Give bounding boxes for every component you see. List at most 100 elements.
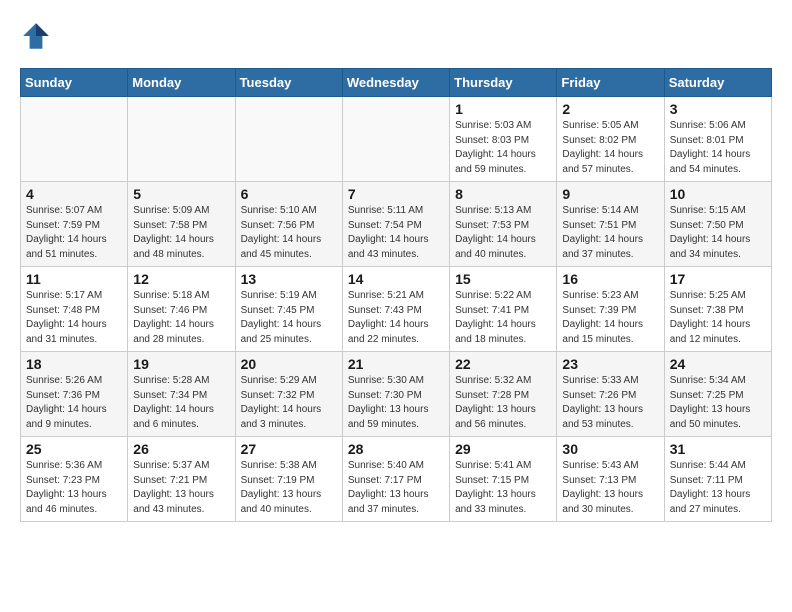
day-cell: 16 Sunrise: 5:23 AMSunset: 7:39 PMDayligh… [557,267,664,352]
day-number: 15 [455,271,551,287]
day-detail: Sunrise: 5:26 AMSunset: 7:36 PMDaylight:… [26,374,122,432]
day-number: 25 [26,441,122,457]
day-detail: Sunrise: 5:21 AMSunset: 7:43 PMDaylight:… [348,289,444,347]
day-number: 3 [670,101,766,117]
day-number: 29 [455,441,551,457]
day-detail: Sunrise: 5:10 AMSunset: 7:56 PMDaylight:… [241,204,337,262]
day-cell: 2Sunrise: 5:05 AMSunset: 8:02 PMDaylight… [557,97,664,182]
day-detail: Sunrise: 5:15 AMSunset: 7:50 PMDaylight:… [670,204,766,262]
day-cell: 17Sunrise: 5:25 AMSunset: 7:38 PMDayligh… [664,267,771,352]
day-detail: Sunrise: 5:22 AMSunset: 7:41 PMDaylight:… [455,289,551,347]
day-detail: Sunrise: 5:41 AMSunset: 7:15 PMDaylight:… [455,459,551,517]
day-number: 9 [562,186,658,202]
day-cell: 19 Sunrise: 5:28 AMSunset: 7:34 PMDayligh… [128,352,235,437]
day-cell: 24 Sunrise: 5:34 AMSunset: 7:25 PMDayligh… [664,352,771,437]
day-number: 13 [241,271,337,287]
day-detail: Sunrise: 5:25 AMSunset: 7:38 PMDaylight:… [670,289,766,347]
calendar: SundayMondayTuesdayWednesdayThursdayFrid… [20,68,772,522]
day-cell: 25 Sunrise: 5:36 AMSunset: 7:23 PMDayligh… [21,437,128,522]
day-detail: Sunrise: 5:29 AMSunset: 7:32 PMDaylight:… [241,374,337,432]
day-cell: 8 Sunrise: 5:13 AMSunset: 7:53 PMDaylight… [450,182,557,267]
day-cell: 18 Sunrise: 5:26 AMSunset: 7:36 PMDayligh… [21,352,128,437]
calendar-header-row: SundayMondayTuesdayWednesdayThursdayFrid… [21,69,772,97]
day-number: 20 [241,356,337,372]
day-detail: Sunrise: 5:38 AMSunset: 7:19 PMDaylight:… [241,459,337,517]
day-number: 6 [241,186,337,202]
logo [20,20,56,52]
day-detail: Sunrise: 5:13 AMSunset: 7:53 PMDaylight:… [455,204,551,262]
day-cell: 13 Sunrise: 5:19 AMSunset: 7:45 PMDayligh… [235,267,342,352]
day-cell: 10Sunrise: 5:15 AMSunset: 7:50 PMDayligh… [664,182,771,267]
day-cell: 28 Sunrise: 5:40 AMSunset: 7:17 PMDayligh… [342,437,449,522]
day-number: 28 [348,441,444,457]
day-number: 18 [26,356,122,372]
page-header [20,20,772,52]
day-cell: 11 Sunrise: 5:17 AMSunset: 7:48 PMDayligh… [21,267,128,352]
day-cell: 15 Sunrise: 5:22 AMSunset: 7:41 PMDayligh… [450,267,557,352]
day-cell: 23 Sunrise: 5:33 AMSunset: 7:26 PMDayligh… [557,352,664,437]
day-number: 7 [348,186,444,202]
day-detail: Sunrise: 5:34 AMSunset: 7:25 PMDaylight:… [670,374,766,432]
day-cell: 29 Sunrise: 5:41 AMSunset: 7:15 PMDayligh… [450,437,557,522]
day-detail: Sunrise: 5:33 AMSunset: 7:26 PMDaylight:… [562,374,658,432]
day-detail: Sunrise: 5:11 AMSunset: 7:54 PMDaylight:… [348,204,444,262]
day-number: 16 [562,271,658,287]
day-cell: 6 Sunrise: 5:10 AMSunset: 7:56 PMDaylight… [235,182,342,267]
day-cell: 4 Sunrise: 5:07 AMSunset: 7:59 PMDaylight… [21,182,128,267]
day-detail: Sunrise: 5:19 AMSunset: 7:45 PMDaylight:… [241,289,337,347]
day-detail: Sunrise: 5:30 AMSunset: 7:30 PMDaylight:… [348,374,444,432]
day-cell: 22 Sunrise: 5:32 AMSunset: 7:28 PMDayligh… [450,352,557,437]
day-cell: 12 Sunrise: 5:18 AMSunset: 7:46 PMDayligh… [128,267,235,352]
week-row-1: 1 Sunrise: 5:03 AMSunset: 8:03 PMDaylight… [21,97,772,182]
weekday-header-thursday: Thursday [450,69,557,97]
day-detail: Sunrise: 5:18 AMSunset: 7:46 PMDaylight:… [133,289,229,347]
day-number: 21 [348,356,444,372]
day-cell: 7 Sunrise: 5:11 AMSunset: 7:54 PMDaylight… [342,182,449,267]
day-cell: 21 Sunrise: 5:30 AMSunset: 7:30 PMDayligh… [342,352,449,437]
day-cell: 20 Sunrise: 5:29 AMSunset: 7:32 PMDayligh… [235,352,342,437]
day-cell: 5 Sunrise: 5:09 AMSunset: 7:58 PMDaylight… [128,182,235,267]
day-detail: Sunrise: 5:23 AMSunset: 7:39 PMDaylight:… [562,289,658,347]
day-detail: Sunrise: 5:37 AMSunset: 7:21 PMDaylight:… [133,459,229,517]
day-number: 24 [670,356,766,372]
day-number: 23 [562,356,658,372]
day-detail: Sunrise: 5:44 AMSunset: 7:11 PMDaylight:… [670,459,766,517]
week-row-5: 25 Sunrise: 5:36 AMSunset: 7:23 PMDayligh… [21,437,772,522]
day-detail: Sunrise: 5:40 AMSunset: 7:17 PMDaylight:… [348,459,444,517]
day-number: 8 [455,186,551,202]
day-detail: Sunrise: 5:03 AMSunset: 8:03 PMDaylight:… [455,119,551,177]
day-cell [342,97,449,182]
day-detail: Sunrise: 5:09 AMSunset: 7:58 PMDaylight:… [133,204,229,262]
day-cell: 30Sunrise: 5:43 AMSunset: 7:13 PMDayligh… [557,437,664,522]
day-number: 31 [670,441,766,457]
day-cell [128,97,235,182]
day-cell: 27 Sunrise: 5:38 AMSunset: 7:19 PMDayligh… [235,437,342,522]
day-number: 4 [26,186,122,202]
day-detail: Sunrise: 5:36 AMSunset: 7:23 PMDaylight:… [26,459,122,517]
week-row-3: 11 Sunrise: 5:17 AMSunset: 7:48 PMDayligh… [21,267,772,352]
day-number: 22 [455,356,551,372]
day-number: 11 [26,271,122,287]
day-detail: Sunrise: 5:32 AMSunset: 7:28 PMDaylight:… [455,374,551,432]
day-cell [235,97,342,182]
day-detail: Sunrise: 5:14 AMSunset: 7:51 PMDaylight:… [562,204,658,262]
day-number: 26 [133,441,229,457]
day-number: 27 [241,441,337,457]
day-detail: Sunrise: 5:07 AMSunset: 7:59 PMDaylight:… [26,204,122,262]
day-number: 14 [348,271,444,287]
weekday-header-tuesday: Tuesday [235,69,342,97]
day-number: 19 [133,356,229,372]
day-detail: Sunrise: 5:28 AMSunset: 7:34 PMDaylight:… [133,374,229,432]
day-cell: 9 Sunrise: 5:14 AMSunset: 7:51 PMDaylight… [557,182,664,267]
weekday-header-sunday: Sunday [21,69,128,97]
day-cell: 26 Sunrise: 5:37 AMSunset: 7:21 PMDayligh… [128,437,235,522]
day-number: 12 [133,271,229,287]
day-number: 1 [455,101,551,117]
day-cell: 3Sunrise: 5:06 AMSunset: 8:01 PMDaylight… [664,97,771,182]
day-detail: Sunrise: 5:17 AMSunset: 7:48 PMDaylight:… [26,289,122,347]
day-number: 30 [562,441,658,457]
day-number: 5 [133,186,229,202]
day-cell: 31 Sunrise: 5:44 AMSunset: 7:11 PMDayligh… [664,437,771,522]
logo-icon [20,20,52,52]
week-row-4: 18 Sunrise: 5:26 AMSunset: 7:36 PMDayligh… [21,352,772,437]
